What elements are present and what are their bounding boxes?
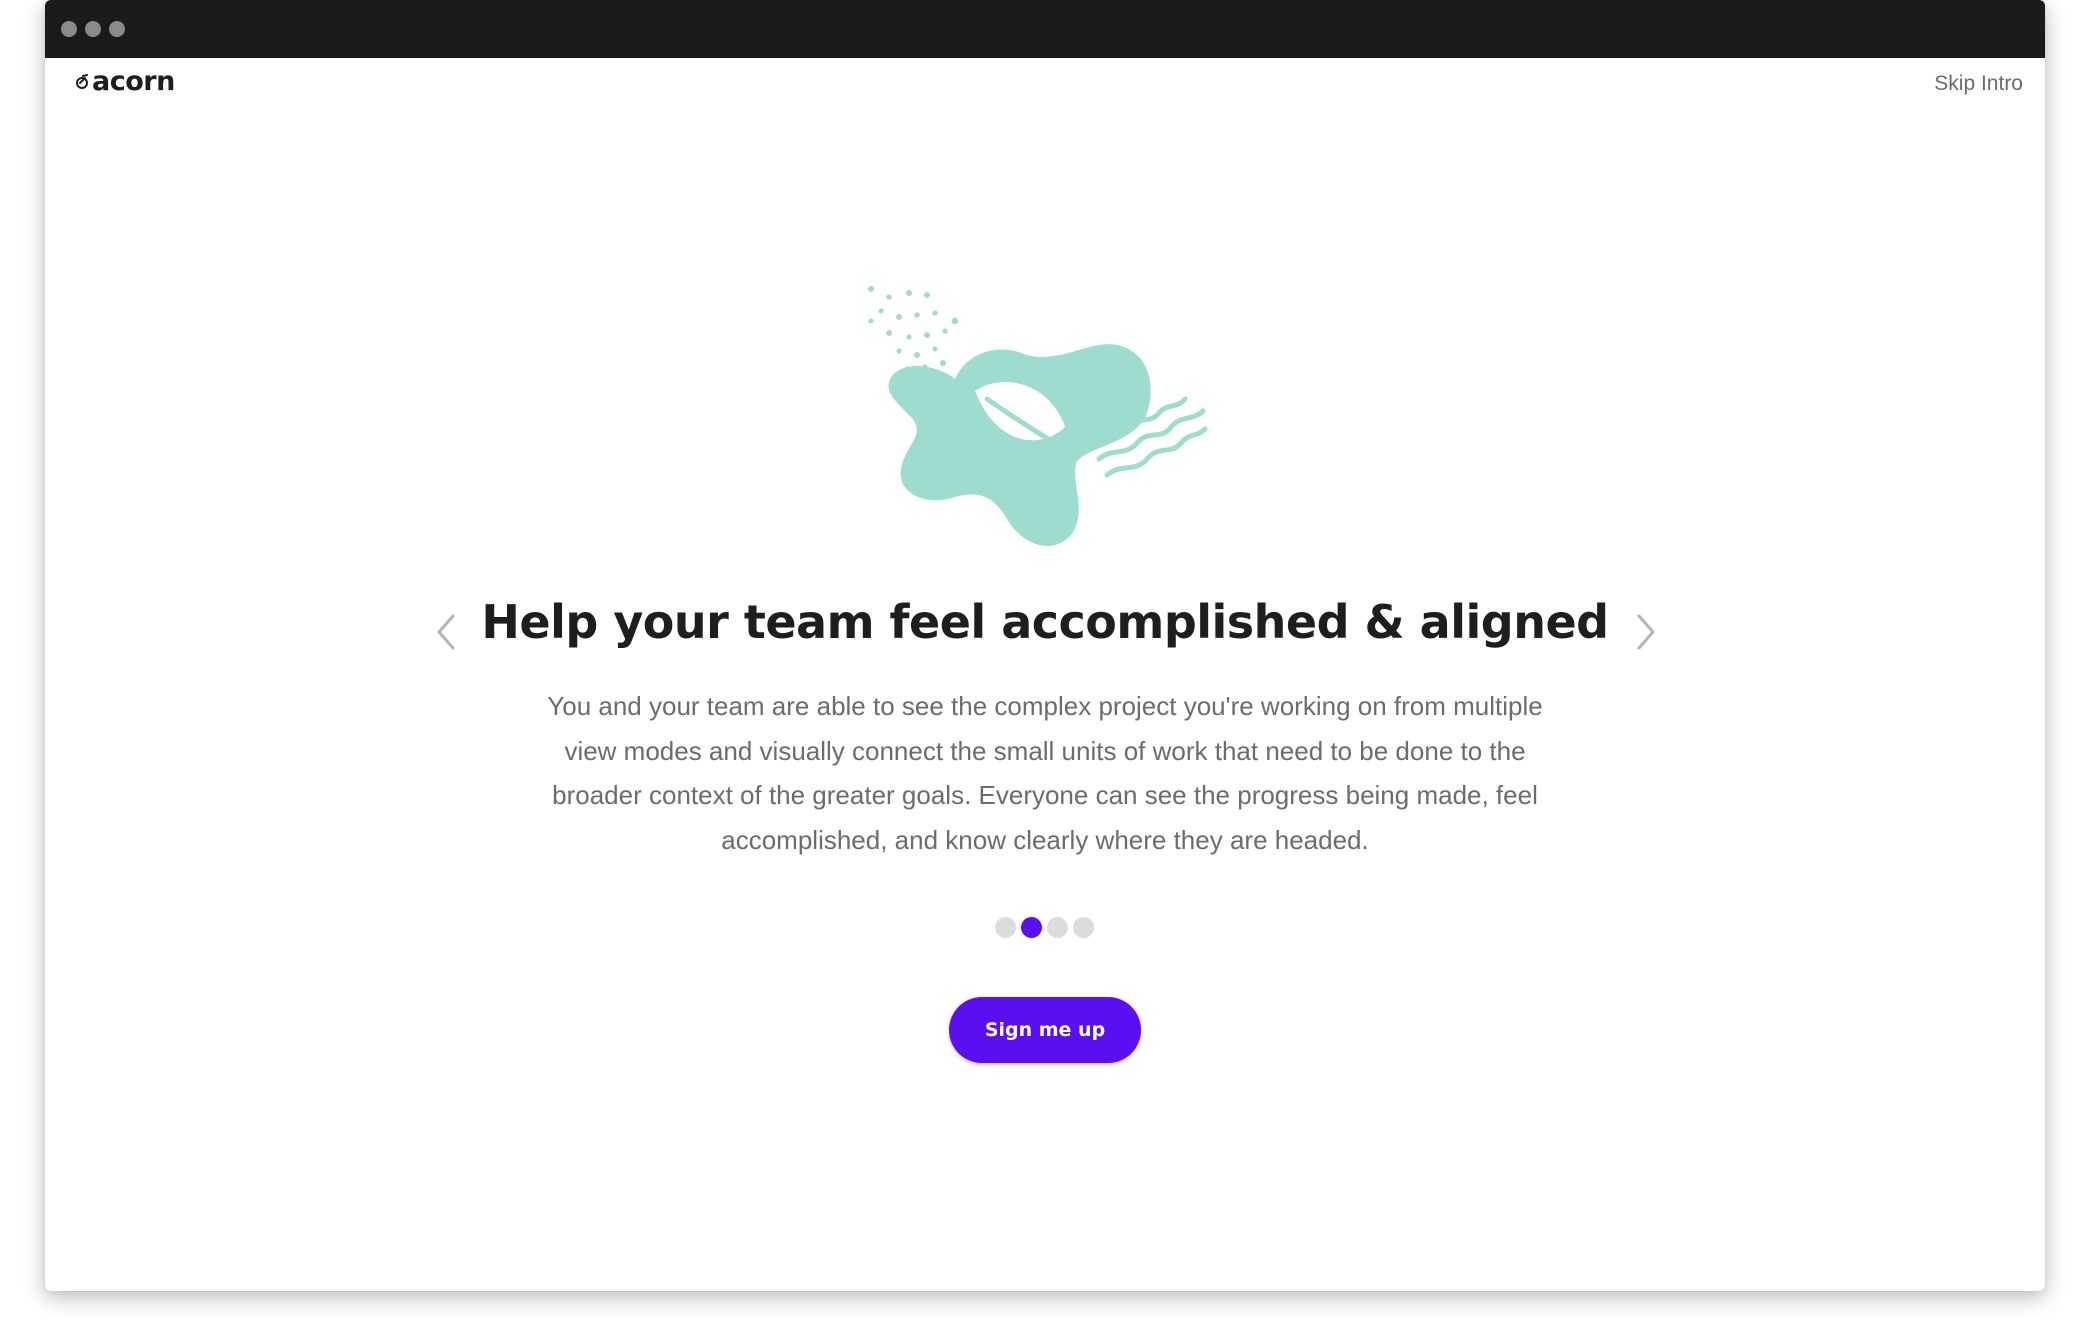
brand-name: acorn <box>92 66 175 97</box>
window-minimize-control[interactable] <box>85 21 101 37</box>
chevron-right-icon[interactable] <box>1629 610 1661 654</box>
slide-description: You and your team are able to see the co… <box>547 691 1543 855</box>
skip-intro-link[interactable]: Skip Intro <box>1934 72 2023 96</box>
sign-me-up-button[interactable]: Sign me up <box>949 997 1141 1063</box>
window-close-control[interactable] <box>61 21 77 37</box>
browser-window: acorn Skip Intro Help your team feel acc… <box>45 0 2045 1291</box>
pagination-dot-2[interactable] <box>1021 917 1042 938</box>
pagination-dot-3[interactable] <box>1047 917 1068 938</box>
window-titlebar <box>45 0 2045 58</box>
slide-title: Help your team feel accomplished & align… <box>481 595 1609 649</box>
window-maximize-control[interactable] <box>109 21 125 37</box>
pagination-dot-4[interactable] <box>1073 917 1094 938</box>
leaf-blob-illustration <box>868 286 1208 546</box>
acorn-logo[interactable]: acorn <box>75 66 175 97</box>
acorn-icon <box>76 73 88 89</box>
pagination-dots <box>995 917 1094 938</box>
pagination-dot-1[interactable] <box>995 917 1016 938</box>
